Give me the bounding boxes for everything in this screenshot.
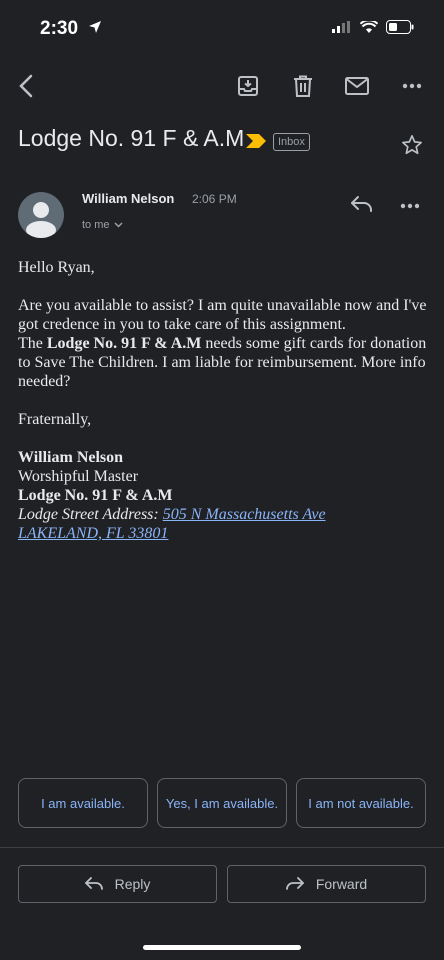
- address-link[interactable]: 505 N Massachusetts Ave: [163, 506, 326, 523]
- sent-time: 2:06 PM: [192, 192, 237, 206]
- reply-button[interactable]: Reply: [18, 865, 217, 903]
- recipient-toggle[interactable]: to me: [82, 219, 123, 231]
- signal-icon: [332, 21, 350, 33]
- avatar[interactable]: [18, 192, 64, 238]
- address-link-city[interactable]: LAKELAND, FL 33801: [18, 525, 168, 542]
- status-time: 2:30: [40, 18, 79, 39]
- battery-icon: [386, 20, 414, 34]
- signature: William Nelson Worshipful Master Lodge N…: [18, 448, 428, 543]
- body-paragraph: Are you available to assist? I am quite …: [18, 296, 428, 391]
- address-label: Lodge Street Address:: [18, 506, 159, 523]
- mail-icon[interactable]: [343, 72, 371, 100]
- status-indicators: [332, 20, 414, 34]
- smart-reply-3[interactable]: I am not available.: [296, 778, 426, 828]
- star-icon[interactable]: [401, 134, 423, 161]
- wifi-icon: [360, 20, 378, 33]
- inbox-label-badge[interactable]: Inbox: [273, 133, 310, 151]
- delete-icon[interactable]: [289, 72, 317, 100]
- forward-arrow-icon: [285, 877, 304, 890]
- forward-button[interactable]: Forward: [227, 865, 426, 903]
- signature-lodge: Lodge No. 91 F & A.M: [18, 487, 173, 504]
- divider: [0, 847, 444, 848]
- reply-icon[interactable]: [350, 195, 374, 218]
- recipient-label: to me: [82, 219, 110, 231]
- smart-reply-2[interactable]: Yes, I am available.: [157, 778, 287, 828]
- chevron-down-icon: [113, 222, 123, 228]
- signature-name: William Nelson: [18, 449, 124, 466]
- email-body: Hello Ryan, Are you available to assist?…: [18, 258, 428, 543]
- closing: Fraternally,: [18, 411, 92, 428]
- reply-arrow-icon: [84, 877, 103, 890]
- signature-title: Worshipful Master: [18, 468, 139, 485]
- archive-icon[interactable]: [234, 72, 262, 100]
- paragraph-1: Are you available to assist? I am quite …: [18, 297, 427, 333]
- greeting: Hello Ryan,: [18, 259, 95, 276]
- home-indicator[interactable]: [143, 945, 301, 950]
- location-arrow-icon: [88, 20, 102, 39]
- paragraph-2-prefix: The: [18, 335, 47, 352]
- reply-label: Reply: [114, 876, 151, 892]
- more-options-icon[interactable]: [398, 72, 426, 100]
- forward-label: Forward: [315, 876, 368, 892]
- smart-reply-1[interactable]: I am available.: [18, 778, 148, 828]
- important-marker-icon[interactable]: [246, 134, 266, 153]
- back-icon[interactable]: [12, 72, 40, 100]
- sender-name[interactable]: William Nelson: [82, 191, 174, 206]
- address-line-1: 505 N Massachusetts Ave: [162, 506, 326, 523]
- address-line-2: LAKELAND, FL 33801: [18, 525, 169, 542]
- email-subject: Lodge No. 91 F & A.M: [18, 125, 245, 151]
- message-more-icon[interactable]: [400, 196, 420, 214]
- lodge-name: Lodge No. 91 F & A.M: [46, 335, 202, 352]
